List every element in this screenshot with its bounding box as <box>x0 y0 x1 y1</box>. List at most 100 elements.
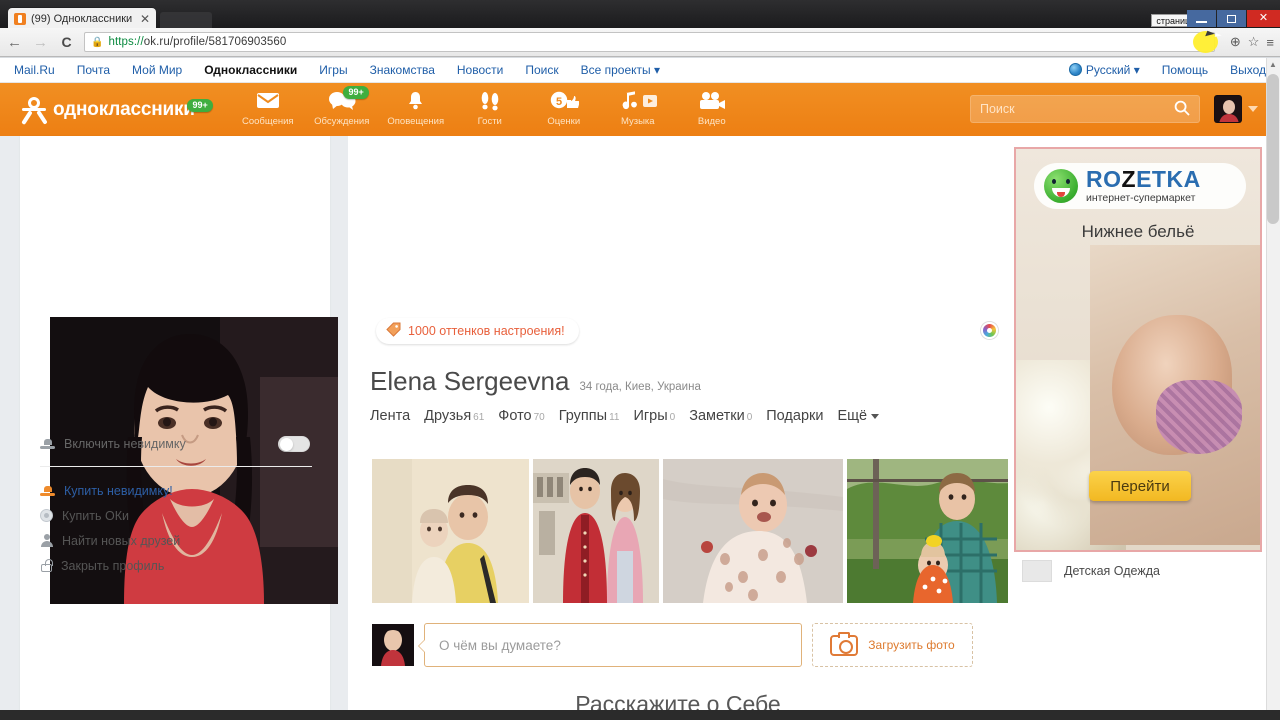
browser-tab[interactable]: (99) Одноклассники ✕ <box>8 8 156 30</box>
nav-label-notifications: Оповещения <box>387 115 445 127</box>
maximize-button[interactable] <box>1217 10 1246 27</box>
browser-titlebar: (99) Одноклассники ✕ страница 11 ✕ <box>0 0 1280 30</box>
tab-igry[interactable]: Игры 0 <box>633 408 675 424</box>
mood-banner[interactable]: 1000 оттенков настроения! <box>376 318 579 344</box>
forward-button[interactable]: → <box>32 35 49 50</box>
page-content: Включить невидимку Купить невидимку! Куп… <box>0 136 1280 720</box>
bottom-strip <box>0 710 1280 720</box>
address-bar[interactable]: 🔒 https://ok.ru/profile/581706903560 <box>84 32 1215 52</box>
ad-secondary-label: Детская Одежда <box>1064 564 1160 578</box>
profile-name-row: Elena Sergeevna 34 года, Киев, Украина <box>370 366 701 397</box>
zoom-icon[interactable]: ⊕ <box>1230 34 1241 50</box>
logout-link[interactable]: Выход <box>1230 63 1266 77</box>
tab-foto[interactable]: Фото 70 <box>498 408 544 424</box>
nav-item-messages[interactable]: Сообщения <box>231 88 305 132</box>
bookmark-star-icon[interactable]: ☆ <box>1248 34 1260 50</box>
page-viewport: Mail.Ru Почта Мой Мир Одноклассники Игры… <box>0 58 1280 720</box>
topbar-right: Русский ▾ Помощь Выход <box>1068 63 1266 77</box>
photo-thumbnail[interactable] <box>847 459 1028 603</box>
ok-search-box[interactable] <box>970 95 1200 123</box>
window-controls: ✕ <box>1187 10 1280 27</box>
scrollbar-thumb[interactable] <box>1267 74 1279 224</box>
scroll-up-arrow[interactable]: ▲ <box>1267 60 1279 69</box>
topbar-link-igry[interactable]: Игры <box>319 63 347 77</box>
lock-icon: 🔒 <box>91 36 104 48</box>
minimize-button[interactable] <box>1187 10 1216 27</box>
sidebar-label-buy-oki: Купить ОКи <box>62 508 129 523</box>
chevron-down-icon[interactable] <box>1248 106 1258 112</box>
photo-strip <box>372 459 1028 603</box>
sidebar-divider <box>40 466 312 467</box>
nav-item-discussions[interactable]: 99+ Обсуждения <box>305 85 379 132</box>
photo-thumbnail[interactable] <box>533 459 659 603</box>
ok-search-wrap <box>970 95 1200 123</box>
tab-zametki[interactable]: Заметки 0 <box>689 408 752 424</box>
nav-item-notifications[interactable]: Оповещения <box>379 88 453 132</box>
lock-icon <box>40 559 53 572</box>
sidebar-item-buy-invisible[interactable]: Купить невидимку! <box>40 478 312 503</box>
ad-cta-button[interactable]: Перейти <box>1089 471 1191 501</box>
color-wheel-icon[interactable] <box>981 322 998 339</box>
photo-thumbnail[interactable] <box>663 459 843 603</box>
topbar-link-novosti[interactable]: Новости <box>457 63 503 77</box>
nav-item-music[interactable]: Музыка <box>601 88 675 132</box>
topbar-link-mailru[interactable]: Mail.Ru <box>14 63 55 77</box>
new-tab-button[interactable] <box>160 12 212 28</box>
sidebar-item-buy-oki[interactable]: Купить ОКи <box>40 503 312 528</box>
tab-more[interactable]: Ещё <box>837 408 880 424</box>
page-scrollbar[interactable]: ▲ ▼ <box>1266 58 1280 720</box>
sidebar-links: Купить невидимку! Купить ОКи Найти новых… <box>40 478 312 578</box>
sidebar-label-close-profile: Закрыть профиль <box>61 558 165 573</box>
ad-brand-name: ROZETKA <box>1086 166 1201 192</box>
tab-podarki[interactable]: Подарки <box>766 408 823 424</box>
nav-item-video[interactable]: Видео <box>675 88 749 132</box>
search-icon[interactable] <box>1174 100 1190 119</box>
ok-user-menu[interactable] <box>1214 95 1258 123</box>
photo-thumbnail[interactable] <box>372 459 529 603</box>
nav-item-guests[interactable]: Гости <box>453 88 527 132</box>
tab-druzya[interactable]: Друзья 61 <box>424 408 484 424</box>
close-button[interactable]: ✕ <box>1247 10 1280 27</box>
ad-secondary-item[interactable]: Детская Одежда <box>1022 560 1160 582</box>
upload-photo-button[interactable]: Загрузить фото <box>812 623 973 667</box>
tab-close-icon[interactable]: ✕ <box>140 13 150 25</box>
hat-icon <box>40 439 55 449</box>
topbar-link-moymir[interactable]: Мой Мир <box>132 63 182 77</box>
help-link[interactable]: Помощь <box>1162 63 1208 77</box>
back-button[interactable]: ← <box>6 35 23 50</box>
invisible-mode-label-group: Включить невидимку <box>40 437 186 451</box>
topbar-link-znakomstva[interactable]: Знакомства <box>370 63 435 77</box>
sidebar-item-close-profile[interactable]: Закрыть профиль <box>40 553 312 578</box>
topbar-link-vse-proekty[interactable]: Все проекты ▾ <box>581 63 660 77</box>
profile-meta: 34 года, Киев, Украина <box>579 381 701 393</box>
status-input[interactable]: О чём вы думаете? <box>418 623 802 667</box>
nav-item-ratings[interactable]: 5 Оценки <box>527 88 601 132</box>
mailru-topbar: Mail.Ru Почта Мой Мир Одноклассники Игры… <box>0 58 1280 83</box>
ad-logo: ROZETKA интернет-супермаркет <box>1034 163 1246 209</box>
tab-lenta[interactable]: Лента <box>370 408 410 424</box>
topbar-link-odnoklassniki[interactable]: Одноклассники <box>204 63 297 77</box>
composer-avatar <box>372 624 414 666</box>
invisible-mode-toggle[interactable] <box>278 436 310 452</box>
hat-icon <box>40 485 55 496</box>
reload-button[interactable]: C <box>58 35 75 49</box>
tab-gruppy[interactable]: Группы 11 <box>559 408 620 424</box>
sidebar-label-buy-invisible: Купить невидимку! <box>64 483 173 498</box>
status-composer: О чём вы думаете? Загрузить фото <box>372 623 973 667</box>
upload-photo-label: Загрузить фото <box>868 638 955 652</box>
nav-label-music: Музыка <box>620 115 655 127</box>
topbar-link-pochta[interactable]: Почта <box>77 63 110 77</box>
left-column: Включить невидимку Купить невидимку! Куп… <box>20 136 338 720</box>
search-input[interactable] <box>980 102 1174 116</box>
nav-label-ratings: Оценки <box>547 115 581 127</box>
ok-logo[interactable]: одноклассники 99+ <box>0 96 213 123</box>
advertisement-banner[interactable]: ROZETKA интернет-супермаркет Нижнее бель… <box>1014 147 1262 552</box>
main-column: 1000 оттенков настроения! Elena Sergeevn… <box>348 136 1028 720</box>
topbar-link-poisk[interactable]: Поиск <box>525 63 558 77</box>
globe-icon <box>1068 63 1082 76</box>
header-avatar[interactable] <box>1214 95 1242 123</box>
browser-menu-icon[interactable]: ≡ <box>1266 35 1274 50</box>
envelope-icon <box>231 88 305 114</box>
sidebar-item-find-friends[interactable]: Найти новых друзей <box>40 528 312 553</box>
language-selector[interactable]: Русский ▾ <box>1068 63 1140 77</box>
